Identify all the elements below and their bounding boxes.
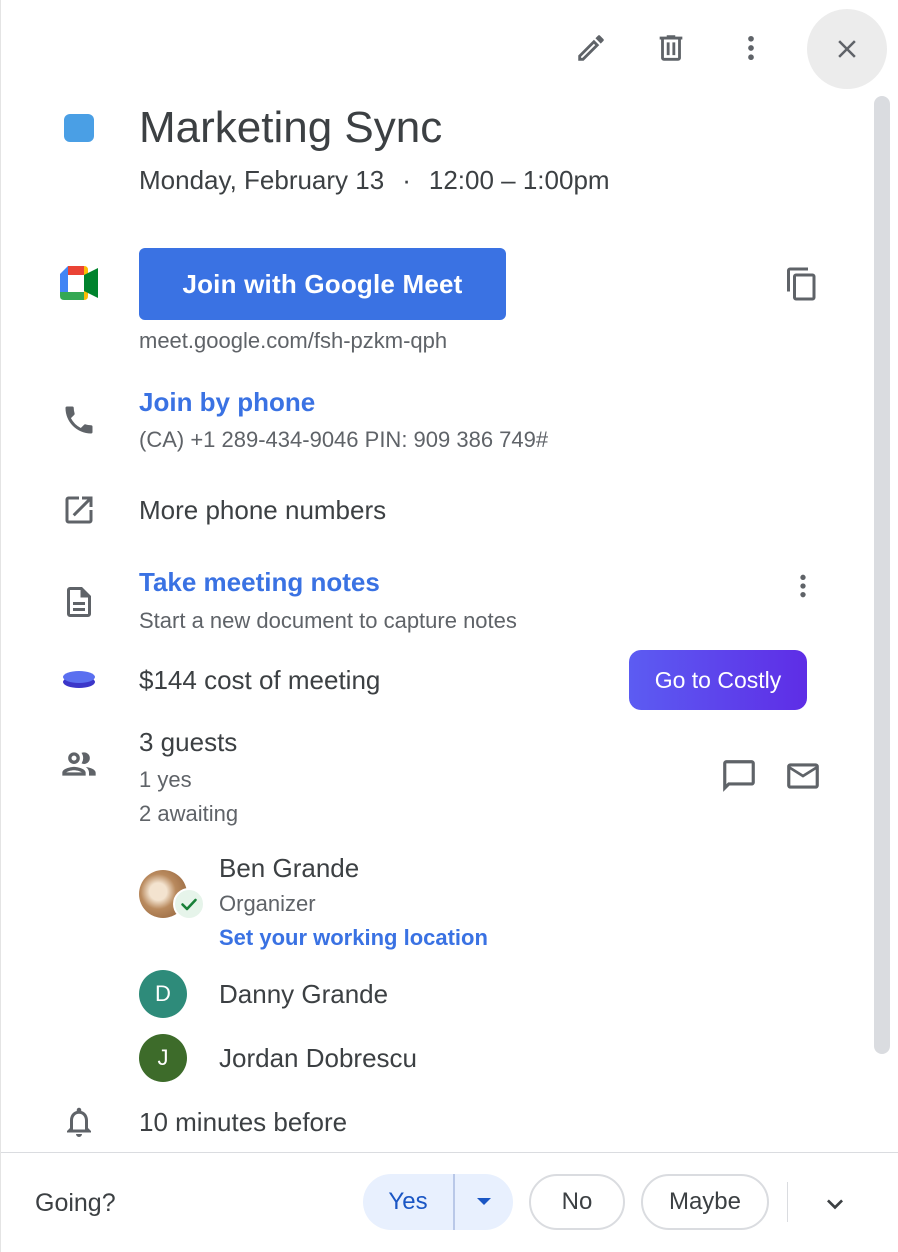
event-datetime: Monday, February 13 · 12:00 – 1:00pm	[139, 164, 610, 196]
phone-icon	[61, 402, 97, 438]
pencil-icon	[574, 31, 608, 65]
open-in-new-icon	[61, 492, 97, 528]
take-meeting-notes-link[interactable]: Take meeting notes	[139, 566, 380, 598]
event-title: Marketing Sync	[139, 103, 443, 152]
rsvp-yes-options-button[interactable]	[455, 1197, 513, 1207]
guest-name: Danny Grande	[219, 979, 389, 1009]
chevron-down-icon	[819, 1188, 851, 1220]
costly-icon	[61, 668, 97, 690]
datetime-separator: ·	[402, 165, 411, 195]
accepted-check-icon	[173, 888, 205, 920]
bell-icon	[61, 1104, 97, 1140]
avatar-initial: D	[155, 981, 171, 1006]
guest-role: Organizer	[219, 891, 316, 916]
rsvp-yes-group: Yes	[363, 1174, 513, 1230]
set-working-location-link[interactable]: Set your working location	[219, 924, 488, 952]
avatar-initial: J	[157, 1045, 169, 1070]
close-icon	[832, 34, 862, 64]
copy-icon	[784, 266, 820, 302]
rsvp-maybe-button[interactable]: Maybe	[641, 1174, 769, 1230]
caret-down-icon	[475, 1197, 493, 1207]
edit-button[interactable]	[567, 24, 615, 72]
scrollbar[interactable]	[874, 96, 890, 1054]
chat-icon	[720, 757, 758, 795]
notes-subtitle: Start a new document to capture notes	[139, 608, 517, 633]
meet-url: meet.google.com/fsh-pzkm-qph	[139, 328, 448, 353]
rsvp-no-button[interactable]: No	[529, 1174, 625, 1230]
people-icon	[59, 744, 99, 784]
delete-button[interactable]	[647, 24, 695, 72]
guest-name: Jordan Dobrescu	[219, 1043, 417, 1073]
phone-details: (CA) +1 289-434-9046 PIN: 909 386 749#	[139, 427, 549, 452]
rsvp-yes-button[interactable]: Yes	[363, 1188, 453, 1216]
email-guests-button[interactable]	[779, 752, 827, 800]
event-details-card: Marketing Sync Monday, February 13 · 12:00…	[0, 0, 898, 1252]
footer-divider	[787, 1182, 788, 1222]
guest-yes-count: 1 yes	[139, 767, 192, 792]
trash-icon	[654, 31, 688, 65]
guest-name: Ben Grande	[219, 853, 360, 883]
more-phone-numbers-link[interactable]: More phone numbers	[139, 494, 386, 526]
calendar-color-swatch	[64, 114, 94, 142]
more-options-button[interactable]	[727, 24, 775, 72]
guest-count: 3 guests	[139, 727, 238, 757]
copy-meet-link-button[interactable]	[778, 260, 826, 308]
chat-guests-button[interactable]	[715, 752, 763, 800]
avatar[interactable]: J	[139, 1034, 187, 1082]
guest-awaiting-count: 2 awaiting	[139, 801, 239, 826]
google-meet-icon	[60, 266, 98, 300]
meeting-cost: $144 cost of meeting	[139, 665, 381, 695]
event-date: Monday, February 13	[139, 165, 385, 195]
more-vert-icon	[787, 570, 819, 602]
event-time: 12:00 – 1:00pm	[428, 165, 610, 195]
document-icon	[61, 584, 97, 620]
notes-more-button[interactable]	[779, 562, 827, 610]
footer-expand-button[interactable]	[811, 1180, 859, 1228]
join-meet-button[interactable]: Join with Google Meet	[139, 248, 506, 320]
reminder-label: 10 minutes before	[139, 1107, 348, 1137]
close-button[interactable]	[807, 9, 887, 89]
going-label: Going?	[35, 1189, 116, 1217]
mail-icon	[784, 757, 822, 795]
more-vert-icon	[734, 31, 768, 65]
join-by-phone-link[interactable]: Join by phone	[139, 386, 315, 418]
go-to-costly-button[interactable]: Go to Costly	[629, 650, 807, 710]
avatar[interactable]: D	[139, 970, 187, 1018]
